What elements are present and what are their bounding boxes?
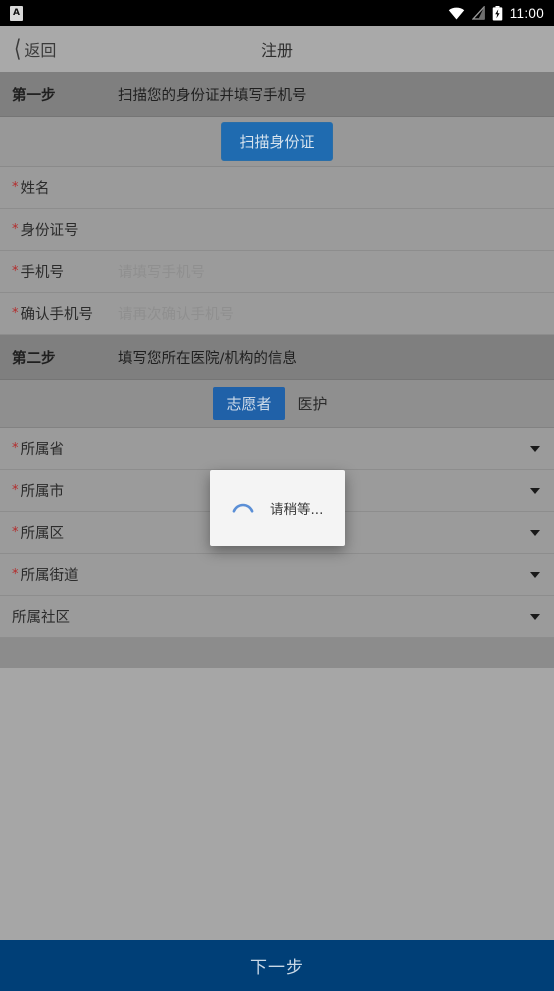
signal-icon xyxy=(471,6,485,20)
scan-id-card-button[interactable]: 扫描身份证 xyxy=(221,122,333,161)
step-one-number: 第一步 xyxy=(12,87,56,104)
required-star-icon: * xyxy=(12,222,19,237)
app-root: A 11:00 ⟨ 返回 注册 第一步 扫描您的身份证并填写手机号 扫描身份证 … xyxy=(0,0,554,991)
field-row-confirm-phone[interactable]: * 确认手机号 请再次确认手机号 xyxy=(0,293,554,335)
field-input-confirm-phone[interactable]: 请再次确认手机号 xyxy=(118,303,554,324)
chevron-down-icon[interactable] xyxy=(530,487,540,494)
registration-form: 第一步 扫描您的身份证并填写手机号 扫描身份证 * 姓名 * 身份证号 * 手机… xyxy=(0,72,554,668)
loading-dialog-text: 请稍等... xyxy=(270,502,324,518)
field-row-id-number[interactable]: * 身份证号 xyxy=(0,209,554,251)
label-text: 所属市 xyxy=(20,484,65,500)
label-text: 手机号 xyxy=(20,265,65,281)
required-star-icon: * xyxy=(12,441,19,456)
page-title: 注册 xyxy=(260,41,293,60)
label-text: 姓名 xyxy=(20,181,50,197)
field-label-community: 所属社区 xyxy=(0,606,118,627)
field-label-confirm-phone: * 确认手机号 xyxy=(0,303,118,324)
scan-button-row: 扫描身份证 xyxy=(0,117,554,167)
label-text: 身份证号 xyxy=(20,223,79,239)
field-row-street[interactable]: * 所属街道 xyxy=(0,554,554,596)
next-step-label: 下一步 xyxy=(250,958,304,978)
field-label-district: * 所属区 xyxy=(0,522,118,543)
battery-charging-icon xyxy=(492,5,503,21)
field-label-city: * 所属市 xyxy=(0,480,118,501)
chevron-down-icon[interactable] xyxy=(530,529,540,536)
label-text: 所属区 xyxy=(20,526,65,542)
step-two-description: 填写您所在医院/机构的信息 xyxy=(118,350,297,367)
field-label-id-number: * 身份证号 xyxy=(0,219,118,240)
label-text: 所属街道 xyxy=(20,568,79,584)
field-label-province: * 所属省 xyxy=(0,438,118,459)
required-star-icon: * xyxy=(12,525,19,540)
field-label-name: * 姓名 xyxy=(0,177,118,198)
empty-space xyxy=(0,668,554,940)
field-label-street: * 所属街道 xyxy=(0,564,118,585)
required-star-icon: * xyxy=(12,306,19,321)
field-row-province[interactable]: * 所属省 xyxy=(0,428,554,470)
role-tab-group: 志愿者 医护 xyxy=(0,380,554,428)
chevron-down-icon[interactable] xyxy=(530,613,540,620)
chevron-down-icon[interactable] xyxy=(530,445,540,452)
label-text: 确认手机号 xyxy=(20,307,94,323)
step-one-description: 扫描您的身份证并填写手机号 xyxy=(118,87,307,104)
app-notification-icon: A xyxy=(10,5,23,21)
chevron-left-icon: ⟨ xyxy=(14,34,22,63)
next-step-button[interactable]: 下一步 xyxy=(0,940,554,991)
step-two-header: 第二步 填写您所在医院/机构的信息 xyxy=(0,335,554,380)
field-row-phone[interactable]: * 手机号 请填写手机号 xyxy=(0,251,554,293)
status-bar-clock: 11:00 xyxy=(509,5,544,21)
field-input-phone[interactable]: 请填写手机号 xyxy=(118,261,554,282)
back-button[interactable]: ⟨ 返回 xyxy=(0,37,56,61)
label-text: 所属社区 xyxy=(12,610,70,626)
status-bar-right: 11:00 xyxy=(448,5,544,21)
field-row-community[interactable]: 所属社区 xyxy=(0,596,554,638)
step-one-header: 第一步 扫描您的身份证并填写手机号 xyxy=(0,72,554,117)
required-star-icon: * xyxy=(12,180,19,195)
back-button-label: 返回 xyxy=(24,41,57,60)
status-bar: A 11:00 xyxy=(0,0,554,26)
required-star-icon: * xyxy=(12,567,19,582)
status-bar-left: A xyxy=(10,5,448,21)
step-two-number: 第二步 xyxy=(12,350,56,367)
chevron-down-icon[interactable] xyxy=(530,571,540,578)
loading-dialog: 请稍等... xyxy=(210,470,345,546)
label-text: 所属省 xyxy=(20,442,65,458)
required-star-icon: * xyxy=(12,483,19,498)
field-row-name[interactable]: * 姓名 xyxy=(0,167,554,209)
field-label-phone: * 手机号 xyxy=(0,261,118,282)
required-star-icon: * xyxy=(12,264,19,279)
tab-volunteer[interactable]: 志愿者 xyxy=(213,387,285,420)
wifi-icon xyxy=(448,7,464,20)
nav-bar: ⟨ 返回 注册 xyxy=(0,26,554,72)
tab-medical-staff[interactable]: 医护 xyxy=(285,387,341,420)
loading-spinner-icon xyxy=(232,503,254,513)
